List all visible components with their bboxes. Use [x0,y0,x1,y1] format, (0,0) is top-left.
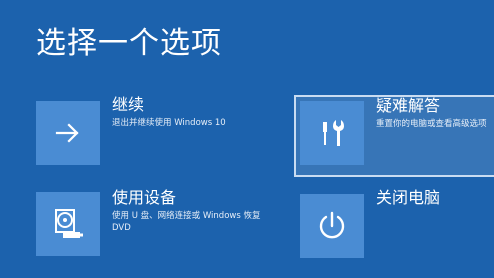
option-troubleshoot-title: 疑难解答 [376,96,441,115]
option-continue-description: 退出并继续使用 Windows 10 [112,118,226,128]
disc-drive-icon [55,209,83,238]
power-icon [319,211,345,239]
option-shut-down-tile [300,194,364,258]
option-continue-tile [36,101,100,165]
option-troubleshoot-description: 重置你的电脑或查看高级选项 [376,119,487,129]
tools-icon [323,120,344,146]
option-continue[interactable]: 继续 退出并继续使用 Windows 10 [36,95,276,171]
option-use-device-description: 使用 U 盘、网络连接或 Windows 恢复 DVD [112,211,261,234]
option-troubleshoot-tile [300,101,364,165]
option-use-device[interactable]: 使用设备 使用 U 盘、网络连接或 Windows 恢复 DVD [36,188,276,262]
arrow-right-icon [55,123,79,143]
option-shut-down[interactable]: 关闭电脑 [300,188,494,264]
recovery-screen: 选择一个选项 继续 退出并继续使用 Windows 10 疑难解答 重置你的电脑… [0,0,494,278]
option-continue-title: 继续 [112,95,145,114]
option-shut-down-title: 关闭电脑 [376,188,441,207]
page-title: 选择一个选项 [36,26,222,61]
option-use-device-tile [36,192,100,256]
option-troubleshoot[interactable]: 疑难解答 重置你的电脑或查看高级选项 [294,95,494,177]
option-use-device-title: 使用设备 [112,188,177,207]
